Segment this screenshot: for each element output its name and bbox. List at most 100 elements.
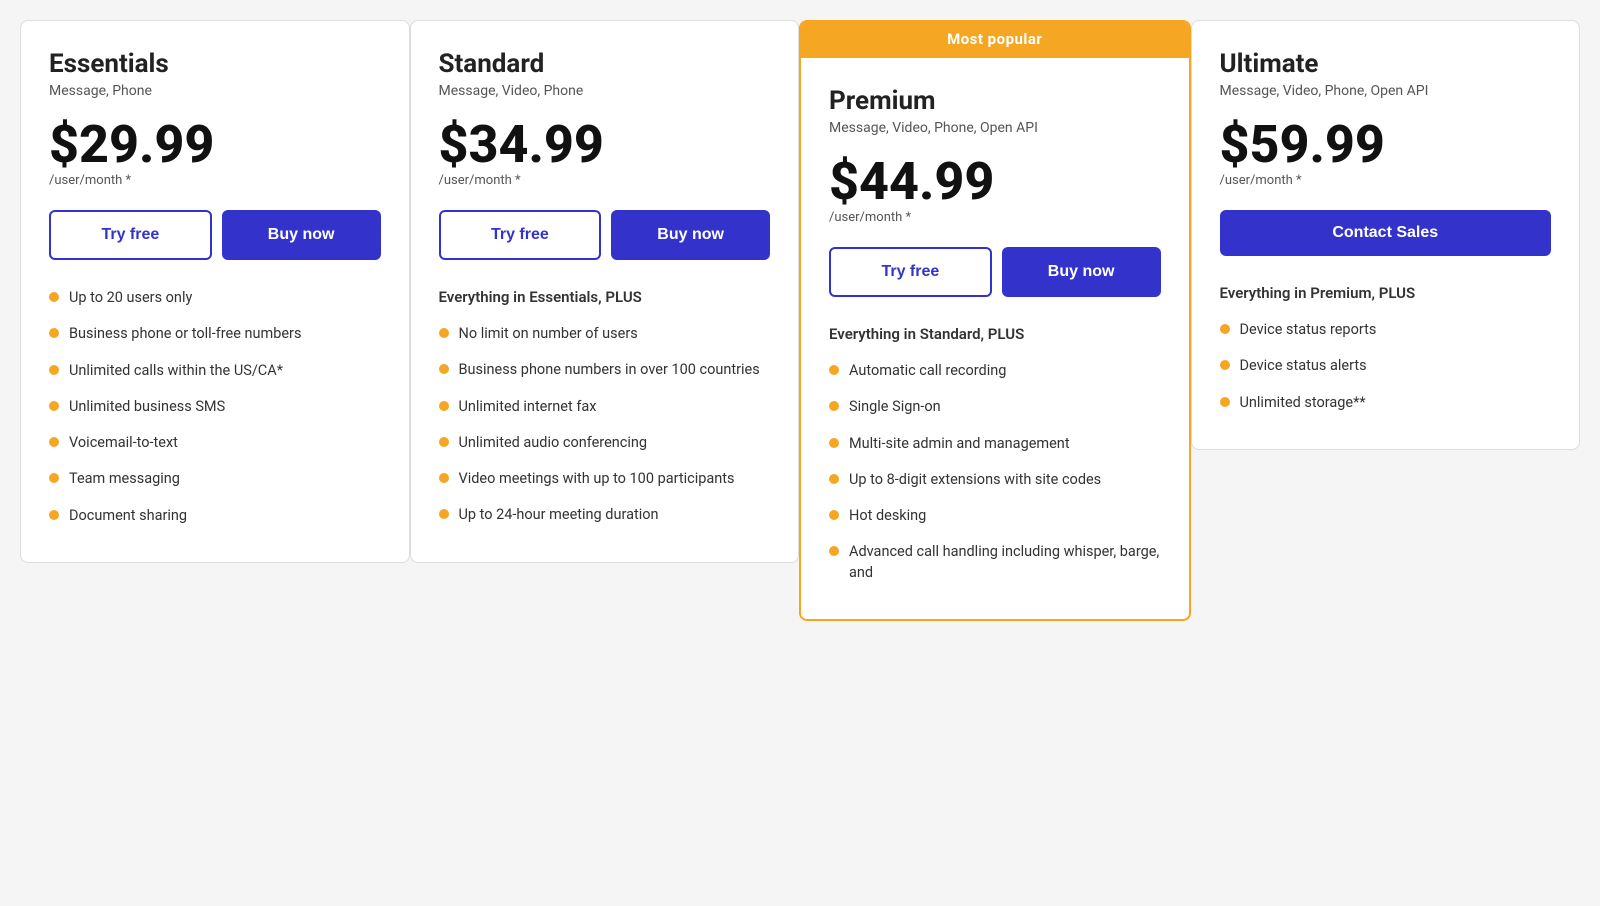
plan-tagline-ultimate: Message, Video, Phone, Open API — [1220, 83, 1552, 99]
plan-card-essentials: Essentials Message, Phone $29.99/user/mont… — [20, 20, 410, 563]
list-item: No limit on number of users — [439, 324, 771, 344]
bullet-icon — [49, 401, 59, 411]
plan-tagline-essentials: Message, Phone — [49, 83, 381, 99]
feature-text: Business phone or toll-free numbers — [69, 324, 301, 344]
feature-text: Multi-site admin and management — [849, 434, 1070, 454]
feature-text: Advanced call handling including whisper… — [849, 542, 1161, 583]
feature-text: Automatic call recording — [849, 361, 1006, 381]
bullet-icon — [1220, 397, 1230, 407]
plan-price-sub-standard: /user/month * — [439, 173, 771, 188]
feature-text: Unlimited audio conferencing — [459, 433, 648, 453]
bullet-icon — [439, 328, 449, 338]
list-item: Up to 24-hour meeting duration — [439, 505, 771, 525]
bullet-icon — [49, 292, 59, 302]
plus-label-ultimate: Everything in Premium, PLUS — [1220, 284, 1552, 302]
feature-text: No limit on number of users — [459, 324, 638, 344]
feature-text: Unlimited storage** — [1240, 393, 1366, 413]
plan-price-sub-premium: /user/month * — [829, 210, 1161, 225]
feature-list-ultimate: Device status reports Device status aler… — [1220, 320, 1552, 413]
plan-card-standard: StandardMessage, Video, Phone$34.99/user… — [410, 20, 800, 563]
bullet-icon — [1220, 324, 1230, 334]
feature-list-premium: Automatic call recording Single Sign-on … — [829, 361, 1161, 583]
bullet-icon — [829, 401, 839, 411]
bullet-icon — [829, 474, 839, 484]
feature-list-standard: No limit on number of users Business pho… — [439, 324, 771, 526]
feature-text: Document sharing — [69, 506, 187, 526]
list-item: Unlimited storage** — [1220, 393, 1552, 413]
list-item: Up to 8-digit extensions with site codes — [829, 470, 1161, 490]
contact-sales-button[interactable]: Contact Sales — [1220, 210, 1552, 256]
list-item: Hot desking — [829, 506, 1161, 526]
bullet-icon — [439, 401, 449, 411]
list-item: Up to 20 users only — [49, 288, 381, 308]
list-item: Team messaging — [49, 469, 381, 489]
try-free-button-essentials[interactable]: Try free — [49, 210, 212, 260]
bullet-icon — [439, 473, 449, 483]
bullet-icon — [829, 438, 839, 448]
bullet-icon — [439, 437, 449, 447]
plan-price-sub-essentials: /user/month * — [49, 173, 381, 188]
plan-price-essentials: $29.99 — [49, 119, 381, 171]
feature-text: Unlimited business SMS — [69, 397, 225, 417]
list-item: Device status alerts — [1220, 356, 1552, 376]
plan-name-essentials: Essentials — [49, 49, 381, 79]
plan-card-ultimate: Ultimate Message, Video, Phone, Open API $… — [1191, 20, 1581, 450]
list-item: Advanced call handling including whisper… — [829, 542, 1161, 583]
feature-text: Voicemail-to-text — [69, 433, 178, 453]
plan-name-ultimate: Ultimate — [1220, 49, 1552, 79]
list-item: Unlimited calls within the US/CA* — [49, 361, 381, 381]
plan-price-ultimate: $59.99 — [1220, 119, 1552, 171]
bullet-icon — [49, 328, 59, 338]
bullet-icon — [829, 546, 839, 556]
bullet-icon — [829, 365, 839, 375]
bullet-icon — [1220, 360, 1230, 370]
list-item: Multi-site admin and management — [829, 434, 1161, 454]
bullet-icon — [49, 437, 59, 447]
list-item: Device status reports — [1220, 320, 1552, 340]
buy-now-button-standard[interactable]: Buy now — [611, 210, 770, 260]
list-item: Unlimited audio conferencing — [439, 433, 771, 453]
plan-tagline-standard: Message, Video, Phone — [439, 83, 771, 99]
try-free-button-premium[interactable]: Try free — [829, 247, 992, 297]
list-item: Unlimited internet fax — [439, 397, 771, 417]
bullet-icon — [49, 473, 59, 483]
feature-text: Single Sign-on — [849, 397, 941, 417]
bullet-icon — [439, 364, 449, 374]
plan-card-premium: Most popular Premium Message, Video, Phone… — [799, 20, 1191, 621]
plan-price-premium: $44.99 — [829, 156, 1161, 208]
feature-text: Unlimited internet fax — [459, 397, 597, 417]
bullet-icon — [829, 510, 839, 520]
popular-badge: Most popular — [801, 20, 1189, 58]
bullet-icon — [49, 365, 59, 375]
bullet-icon — [439, 509, 449, 519]
list-item: Voicemail-to-text — [49, 433, 381, 453]
list-item: Business phone or toll-free numbers — [49, 324, 381, 344]
buy-now-button-essentials[interactable]: Buy now — [222, 210, 381, 260]
plan-tagline-premium: Message, Video, Phone, Open API — [829, 120, 1161, 136]
plan-name-premium: Premium — [829, 86, 1161, 116]
list-item: Single Sign-on — [829, 397, 1161, 417]
feature-text: Business phone numbers in over 100 count… — [459, 360, 760, 380]
bullet-icon — [49, 510, 59, 520]
plan-price-standard: $34.99 — [439, 119, 771, 171]
list-item: Video meetings with up to 100 participan… — [439, 469, 771, 489]
list-item: Unlimited business SMS — [49, 397, 381, 417]
feature-text: Team messaging — [69, 469, 180, 489]
feature-text: Device status alerts — [1240, 356, 1367, 376]
feature-text: Unlimited calls within the US/CA* — [69, 361, 283, 381]
feature-text: Up to 24-hour meeting duration — [459, 505, 659, 525]
feature-text: Up to 20 users only — [69, 288, 192, 308]
list-item: Automatic call recording — [829, 361, 1161, 381]
plus-label-premium: Everything in Standard, PLUS — [829, 325, 1161, 343]
buy-now-button-premium[interactable]: Buy now — [1002, 247, 1161, 297]
try-free-button-standard[interactable]: Try free — [439, 210, 602, 260]
feature-text: Up to 8-digit extensions with site codes — [849, 470, 1101, 490]
feature-text: Video meetings with up to 100 participan… — [459, 469, 735, 489]
plus-label-standard: Everything in Essentials, PLUS — [439, 288, 771, 306]
feature-list-essentials: Up to 20 users only Business phone or to… — [49, 288, 381, 526]
list-item: Document sharing — [49, 506, 381, 526]
plan-price-sub-ultimate: /user/month * — [1220, 173, 1552, 188]
feature-text: Hot desking — [849, 506, 926, 526]
list-item: Business phone numbers in over 100 count… — [439, 360, 771, 380]
feature-text: Device status reports — [1240, 320, 1377, 340]
